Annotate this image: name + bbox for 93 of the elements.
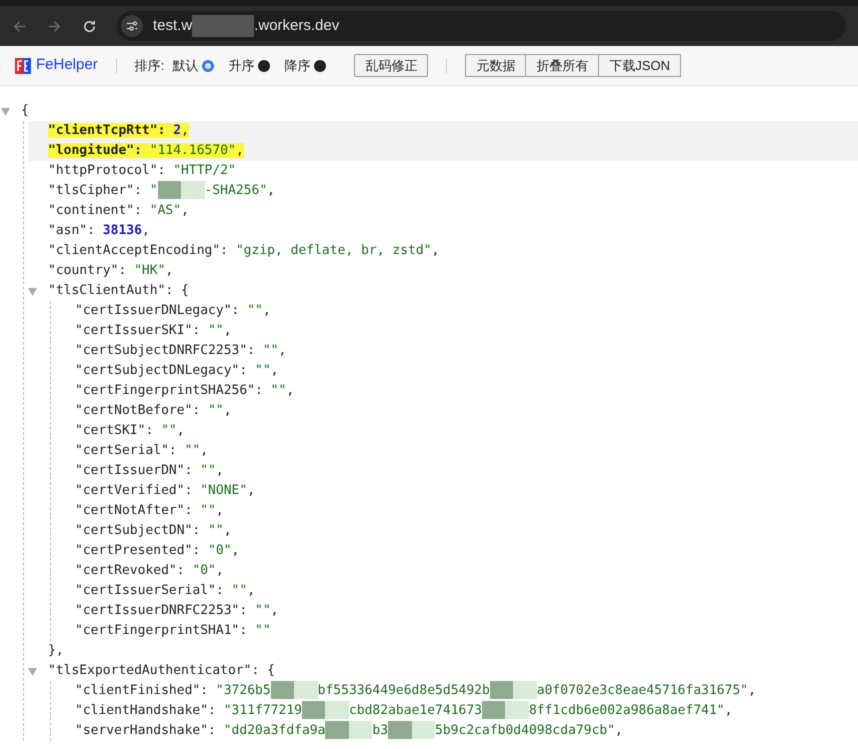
collapse-triangle-icon[interactable] <box>1 108 10 116</box>
json-value: "AS", <box>150 203 189 218</box>
redaction-block <box>158 181 205 200</box>
json-key: "tlsExportedAuthenticator": { <box>48 663 275 678</box>
json-key: "certIssuerSerial": <box>75 583 232 598</box>
json-value: "114.16570", <box>150 143 244 158</box>
json-value: 8ff1cdb6e002a986a8aef741", <box>528 703 732 718</box>
collapse-triangle-icon[interactable] <box>28 668 37 676</box>
json-value: " <box>150 183 158 198</box>
json-brace: }, <box>48 643 64 658</box>
json-value: "", <box>184 443 208 458</box>
json-key: "clientFinished": <box>75 683 216 698</box>
json-value: 5b9c2cafb0d4098cda79cb", <box>435 723 623 738</box>
json-value: "3726b5 <box>216 683 271 698</box>
json-value: "", <box>200 503 224 518</box>
json-value: bf55336449e6d8e5d5492b <box>318 683 490 698</box>
json-key: "certIssuerSKI": <box>75 323 208 338</box>
url-text: test.w <box>153 16 192 36</box>
redaction-block <box>270 681 318 700</box>
json-value: a0f0702e3c8eae45716fa31675", <box>536 683 756 698</box>
sort-radio[interactable]: 升序 <box>228 56 270 76</box>
json-value: "", <box>208 403 232 418</box>
json-value: "0", <box>192 563 224 578</box>
json-value: -SHA256", <box>204 183 275 198</box>
redaction-block <box>388 721 436 740</box>
json-value: "HTTP/2" <box>173 163 236 178</box>
json-value: "311f77219 <box>224 703 302 718</box>
json-key: "certSubjectDNRFC2253": <box>75 343 263 358</box>
json-value: "", <box>208 323 232 338</box>
json-key: "certPresented": <box>75 543 208 558</box>
json-key: "certVerified": <box>75 483 200 498</box>
toolbar-button[interactable]: 下载JSON <box>598 54 681 77</box>
site-settings-icon[interactable] <box>121 15 143 37</box>
redaction-block <box>482 701 529 720</box>
json-key: "certNotBefore": <box>75 403 208 418</box>
json-value: "", <box>200 463 224 478</box>
json-value: "", <box>232 583 256 598</box>
json-key: "clientHandshake": <box>75 703 224 718</box>
toolbar-button[interactable]: 元数据 <box>465 54 526 77</box>
json-value: "NONE", <box>200 483 256 498</box>
json-key: "certNotAfter": <box>75 503 200 518</box>
json-value: "HK", <box>134 263 174 278</box>
json-key: "certSKI": <box>75 423 162 438</box>
redaction-block <box>302 701 349 720</box>
json-value: "" <box>255 623 271 638</box>
collapse-triangle-icon[interactable] <box>28 288 37 296</box>
json-value: "", <box>255 363 278 378</box>
reload-icon[interactable] <box>82 18 97 34</box>
json-key: "certFingerprintSHA1": <box>75 623 256 638</box>
json-key: "clientTcpRtt": <box>48 123 174 138</box>
json-value: "", <box>161 423 185 438</box>
redaction-block <box>192 15 254 37</box>
logo-icon <box>15 58 31 74</box>
json-value: "gzip, deflate, br, zstd", <box>236 243 440 258</box>
sort-radio[interactable]: 默认 <box>172 56 214 76</box>
toolbar-button[interactable]: 折叠所有 <box>525 54 600 77</box>
json-key: "tlsCipher": <box>48 183 150 198</box>
json-key: "clientAcceptEncoding": <box>48 243 236 258</box>
json-key: "certSubjectDNLegacy": <box>75 363 256 378</box>
json-key: "tlsClientAuth": { <box>48 283 189 298</box>
json-brace: { <box>21 103 29 118</box>
json-key: "certFingerprintSHA256": <box>75 383 271 398</box>
json-value: "", <box>247 303 271 318</box>
json-value: "dd20a3fdfa9a <box>224 723 326 738</box>
url-text: .workers.dev <box>254 16 340 36</box>
json-key: "certIssuerDNRFC2253": <box>75 603 256 618</box>
json-value: 2, <box>173 123 189 138</box>
json-value: cbd82abae1e741673 <box>348 703 482 718</box>
json-key: "certIssuerDN": <box>75 463 200 478</box>
address-bar[interactable]: test.w .workers.dev <box>117 11 846 41</box>
json-key: "asn": <box>48 223 103 238</box>
json-key: "country": <box>48 263 134 278</box>
json-value: "", <box>270 383 294 398</box>
json-key: "certIssuerDNLegacy": <box>75 303 248 318</box>
json-key: "continent": <box>48 203 150 218</box>
json-key: "certRevoked": <box>75 563 192 578</box>
redaction-block <box>490 681 537 700</box>
redaction-block <box>325 721 372 740</box>
json-value: "", <box>262 343 286 358</box>
sort-label: 排序: <box>134 56 164 75</box>
json-value: b3 <box>372 723 388 738</box>
json-key: "certSubjectDN": <box>75 523 208 538</box>
json-value: "", <box>208 523 232 538</box>
json-key: "serverHandshake": <box>75 723 224 738</box>
sort-radio[interactable]: 降序 <box>284 56 326 76</box>
json-value: "0", <box>208 543 240 558</box>
json-key: "httpProtocol": <box>48 163 174 178</box>
json-key: "certSerial": <box>75 443 185 458</box>
brand-link[interactable]: FeHelper <box>36 54 98 77</box>
json-value: 38136, <box>102 223 150 238</box>
json-value: "", <box>255 603 278 618</box>
fix-encoding-button[interactable]: 乱码修正 <box>354 54 428 77</box>
json-key: "longitude": <box>48 143 150 158</box>
